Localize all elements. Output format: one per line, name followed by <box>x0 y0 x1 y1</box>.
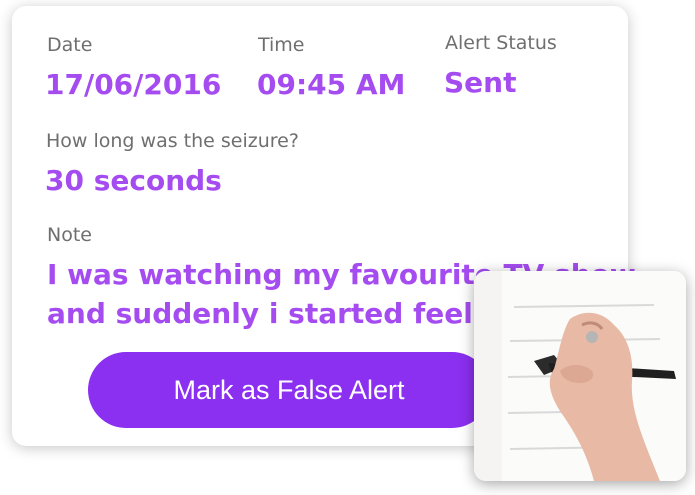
alert-status-value: Sent <box>444 66 517 99</box>
screen: Date 17/06/2016 Time 09:45 AM Alert Stat… <box>0 0 695 495</box>
seizure-duration-value: 30 seconds <box>45 164 222 197</box>
time-value: 09:45 AM <box>257 68 406 101</box>
hand-writing-image <box>474 271 686 481</box>
seizure-duration-label: How long was the seizure? <box>46 130 299 152</box>
date-label: Date <box>47 34 93 56</box>
date-value: 17/06/2016 <box>45 68 222 101</box>
time-label: Time <box>258 34 305 56</box>
hand-writing-photo <box>474 271 686 481</box>
alert-status-label: Alert Status <box>445 32 557 54</box>
mark-false-alert-button[interactable]: Mark as False Alert <box>88 352 490 428</box>
note-label: Note <box>47 224 92 246</box>
